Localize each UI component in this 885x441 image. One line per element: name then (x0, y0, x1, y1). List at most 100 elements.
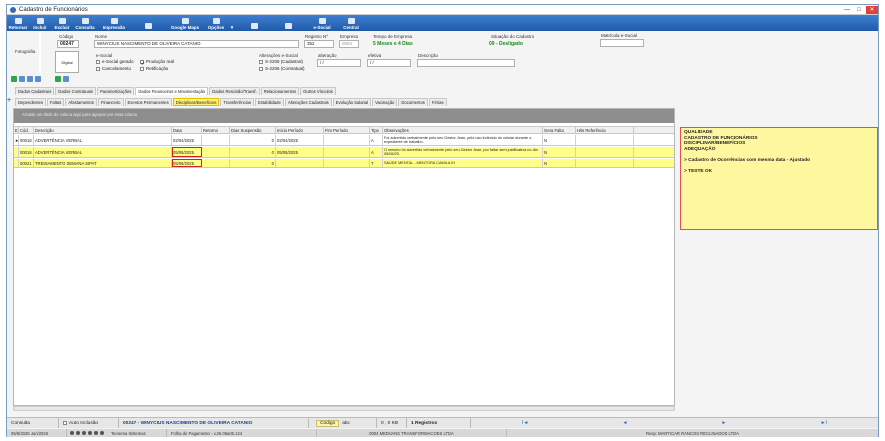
camera-icon[interactable] (19, 76, 25, 82)
instagram-icon[interactable] (76, 431, 80, 435)
record-statusbar: Consulta Auto Inclusão 00247 - WINYCIUS … (7, 417, 878, 428)
auto-inclusao-checkbox[interactable]: Auto Inclusão (59, 418, 119, 428)
registro-field[interactable]: 352 (304, 40, 334, 48)
facebook-icon[interactable] (94, 431, 98, 435)
tab-disciplinas-beneficios[interactable]: Disciplinas/Benefícios (172, 98, 220, 106)
first-record-button[interactable]: I◄ (516, 420, 534, 426)
tab-afastamentos[interactable]: Afastamentos (65, 98, 97, 106)
record-navigator: I◄ ◄ ► ►I (471, 418, 878, 428)
tab-estabilidade[interactable]: Estabilidade (254, 98, 284, 106)
linkedin-icon[interactable] (82, 431, 86, 435)
google-maps-button[interactable]: Google Maps (165, 15, 205, 31)
col-hits-referencia[interactable]: Hits Referência (576, 127, 634, 133)
query-button[interactable]: Consulta (73, 15, 97, 31)
matricula-field[interactable] (600, 39, 644, 47)
tab-ferias[interactable]: Férias (428, 98, 447, 106)
tab-dados-financeiros[interactable]: Dados Financeiros e Movimentação (135, 87, 209, 95)
fingerprint-icon[interactable] (63, 76, 69, 82)
current-employee: 00247 - WINYCIUS NASCIMENTO DE OLIVEIRA … (119, 418, 309, 428)
grid-button[interactable] (131, 15, 165, 31)
esocial-gerado-checkbox[interactable]: e-Social gerado (96, 59, 134, 64)
esocial-icon (318, 18, 326, 24)
tab-dados-rescisao[interactable]: Dados Rescisão/Transf. (209, 87, 260, 95)
tab-dados-contratuais[interactable]: Dados Contratuais (55, 87, 96, 95)
tab-eventos-permanentes[interactable]: Eventos Permanentes (124, 98, 172, 106)
s2205-checkbox[interactable]: S-2205 (Cadastral) (259, 59, 303, 64)
confirm-button[interactable] (237, 15, 271, 31)
tab-transferencias[interactable]: Transferências (220, 98, 254, 106)
group-by-panel[interactable]: Arraste um título de coluna aqui para ag… (14, 109, 674, 123)
options-button[interactable]: Opções (205, 15, 227, 31)
add-button[interactable]: Incluir (29, 15, 51, 31)
empresa-field[interactable]: 0004 (339, 40, 359, 48)
tab-relacionamentos[interactable]: Relacionamentos (260, 87, 300, 95)
col-descricao[interactable]: Descrição (34, 127, 172, 133)
tab-dados-cadastrais[interactable]: Dados Cadastrais (15, 87, 55, 95)
delete-photo-icon[interactable] (35, 76, 41, 82)
table-row[interactable]: ► 00016 ADVERTÊNCIA VERBAL 02/04/2025 0 … (14, 135, 674, 146)
col-gera-falta[interactable]: Gera Falta (543, 127, 576, 133)
cancelamento-checkbox[interactable]: Cancelamento (96, 66, 131, 71)
nome-field[interactable]: WINYCIUS NASCIMENTO DE OLIVEIRA CATANIO (94, 40, 299, 48)
descricao-field[interactable] (417, 59, 515, 67)
options-icon (212, 18, 220, 24)
tab-outros-vinculos[interactable]: Outros Vínculos (300, 87, 336, 95)
efetiva-date-field[interactable]: / / (367, 59, 411, 67)
check-icon (250, 23, 258, 29)
col-data[interactable]: Data (172, 127, 202, 133)
minimize-button[interactable]: — (842, 6, 852, 14)
empresa-label: Empresa (340, 34, 359, 39)
folder-icon[interactable] (27, 76, 33, 82)
central-button[interactable]: Central (339, 15, 363, 31)
maximize-button[interactable]: □ (854, 6, 864, 14)
codigo-field[interactable]: 00247 (57, 40, 79, 48)
capture-fingerprint-icon[interactable] (55, 76, 61, 82)
col-retorno[interactable]: Retorno (202, 127, 230, 133)
col-fim-periodo[interactable]: Fim Período (324, 127, 370, 133)
add-record-icon[interactable]: + (7, 97, 11, 104)
vendor-name: Teorema Sistemas (107, 429, 167, 437)
delete-button[interactable]: Excluir (51, 15, 73, 31)
cancel-button[interactable] (271, 15, 305, 31)
tab-evolucao-salarial[interactable]: Evolução Salarial (332, 98, 372, 106)
youtube-icon[interactable] (88, 431, 92, 435)
photo-label: Fotografia (15, 49, 36, 54)
help-icon[interactable] (100, 431, 104, 435)
next-record-button[interactable]: ► (716, 420, 733, 426)
tab-financeiro[interactable]: Financeiro (97, 98, 124, 106)
main-window: Cadastro de Funcionários — □ ✕ Retornar … (6, 4, 879, 437)
tab-vacinacao[interactable]: Vacinação (372, 98, 398, 106)
producao-real-checkbox[interactable]: ✔ Produção real (140, 59, 174, 66)
whatsapp-icon[interactable] (70, 431, 74, 435)
table-row[interactable]: 00021 TREINAMENTO SEMANA SIPAT 05/06/202… (14, 159, 674, 168)
col-dias-suspensao[interactable]: Dias Suspensão (230, 127, 276, 133)
col-tipo[interactable]: Tipo (370, 127, 383, 133)
esocial-button[interactable]: e-Social (305, 15, 339, 31)
last-record-button[interactable]: ►I (815, 420, 833, 426)
codigo-sort-button[interactable]: Código (316, 419, 340, 427)
prev-record-button[interactable]: ◄ (616, 420, 633, 426)
table-row[interactable]: 00016 ADVERTÊNCIA VERBAL 05/06/2025 0 05… (14, 147, 674, 158)
print-button[interactable]: Impressão (97, 15, 131, 31)
s2206-checkbox[interactable]: S-2206 (Contratual) (259, 66, 305, 71)
consulta-button[interactable]: Consulta (7, 418, 59, 428)
horizontal-scrollbar[interactable] (13, 406, 675, 411)
col-observacoes[interactable]: Observações (383, 127, 543, 133)
retificacao-checkbox[interactable]: Retificação (140, 66, 168, 71)
delete-icon (58, 18, 66, 24)
system-statusbar: 05/6/2025 Jun/2026 Teorema Sistemas Folh… (7, 429, 878, 437)
tab-parametrizacoes[interactable]: Parametrizações (96, 87, 135, 95)
options-dropdown[interactable]: ▼ (227, 15, 237, 31)
tab-alteracoes-cadastrais[interactable]: Alterações Cadastrais (284, 98, 332, 106)
fingerprint-box[interactable]: Digital (55, 51, 79, 73)
alteracao-date-field[interactable]: / / (317, 59, 361, 67)
tab-documentos[interactable]: Documentos (398, 98, 428, 106)
col-cod[interactable]: Cód. (19, 127, 34, 133)
tab-faltas[interactable]: Faltas (46, 98, 65, 106)
tempo-value: 5 Meses e 4 Dias (373, 41, 413, 47)
close-button[interactable]: ✕ (866, 5, 878, 14)
return-button[interactable]: Retornar (7, 15, 29, 31)
col-inicio-periodo[interactable]: Início Período (276, 127, 324, 133)
tab-dependentes[interactable]: Dependentes (15, 98, 46, 106)
add-photo-icon[interactable] (11, 76, 17, 82)
